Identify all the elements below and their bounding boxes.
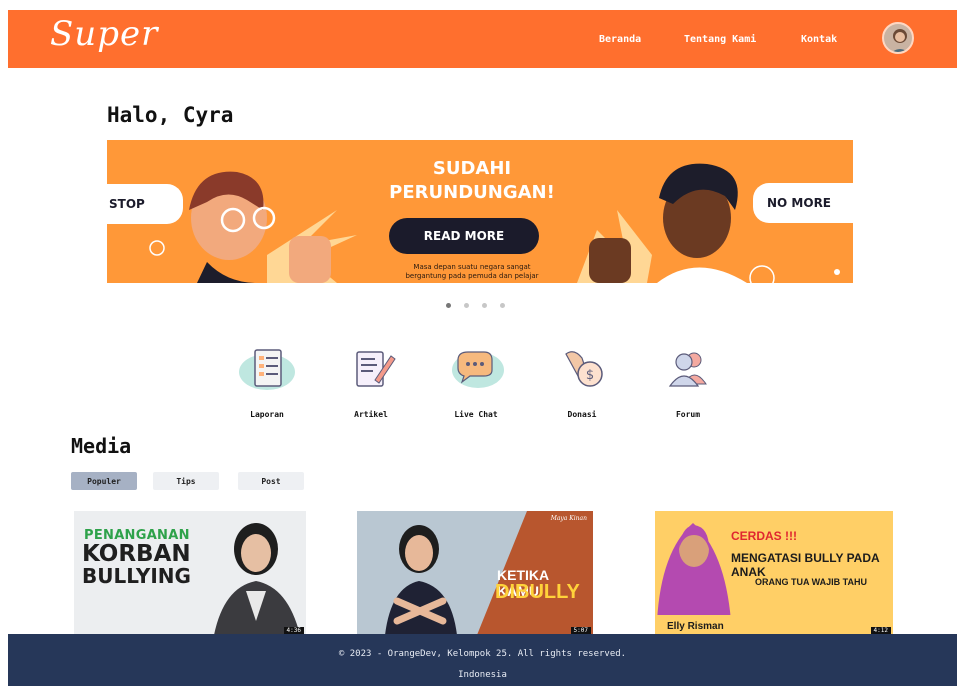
nav-tentang-kami[interactable]: Tentang Kami [684,34,756,45]
feature-label: Laporan [250,410,284,419]
stop-bubble: STOP [107,184,183,224]
top-navbar: Super Beranda Tentang Kami Kontak [8,10,957,68]
logo[interactable]: Super [50,14,158,54]
video-title-line1: CERDAS !!! [731,529,797,543]
read-more-button[interactable]: READ MORE [389,218,539,254]
greeting: Halo, Cyra [107,103,234,127]
svg-text:$: $ [586,368,594,383]
video-title-line2: MENGATASI BULLY PADA ANAK [731,551,880,579]
avatar-icon [884,24,912,52]
tab-post[interactable]: Post [238,472,304,490]
banner-title-line1: SUDAHI [432,158,512,179]
chat-icon [446,340,506,396]
banner-caption-line1: Masa depan suatu negara sangat [413,263,531,271]
tab-populer[interactable]: Populer [71,472,137,490]
feature-label: Forum [675,410,701,419]
carousel-dot-1[interactable] [446,303,451,308]
feature-label: Donasi [567,410,597,419]
video-title-line3: ORANG TUA WAJIB TAHU [755,577,867,587]
nav-kontak[interactable]: Kontak [801,34,837,45]
carousel-dot-3[interactable] [482,303,487,308]
banner-caption-line2: bergantung pada pemuda dan pelajar [405,272,539,280]
footer-country: Indonesia [458,670,507,680]
nav-beranda[interactable]: Beranda [599,34,641,45]
hero-banner[interactable]: STOP NO MORE SUDAHI PERUNDUNGAN! READ MO… [107,140,853,283]
media-heading: Media [71,434,132,458]
footer-copyright: © 2023 - OrangeDev, Kelompok 25. All rig… [338,649,627,659]
banner-title-line2: PERUNDUNGAN! [389,182,555,203]
avatar[interactable] [882,22,914,54]
feature-live-chat[interactable]: Live Chat [436,340,516,419]
tab-tips[interactable]: Tips [153,472,219,490]
video-title-line2: DIBULLY [495,581,580,603]
report-icon [237,340,297,396]
carousel-dot-4[interactable] [500,303,505,308]
article-icon [341,340,401,396]
video-card[interactable]: PENANGANAN KORBAN BULLYING 4:36 [74,511,306,635]
speaker-name: Elly Risman [667,621,724,632]
feature-donasi[interactable]: $ Donasi [542,340,622,419]
forum-icon [658,340,718,396]
feature-laporan[interactable]: Laporan [227,340,307,419]
donation-icon: $ [552,340,612,396]
carousel-dot-2[interactable] [464,303,469,308]
footer: © 2023 - OrangeDev, Kelompok 25. All rig… [8,634,957,686]
feature-label: Live Chat [454,410,498,419]
feature-label: Artikel [354,410,388,419]
carousel-indicators [446,303,505,308]
channel-tag: Maya Kinan [550,515,587,522]
no-more-bubble: NO MORE [753,183,853,223]
video-card[interactable]: CERDAS !!! MENGATASI BULLY PADA ANAK ORA… [655,511,893,635]
feature-artikel[interactable]: Artikel [331,340,411,419]
video-card[interactable]: Maya Kinan KETIKA KAMU DIBULLY 5:07 [357,511,593,635]
video-title-line3: BULLYING [82,564,191,588]
feature-forum[interactable]: Forum [648,340,728,419]
